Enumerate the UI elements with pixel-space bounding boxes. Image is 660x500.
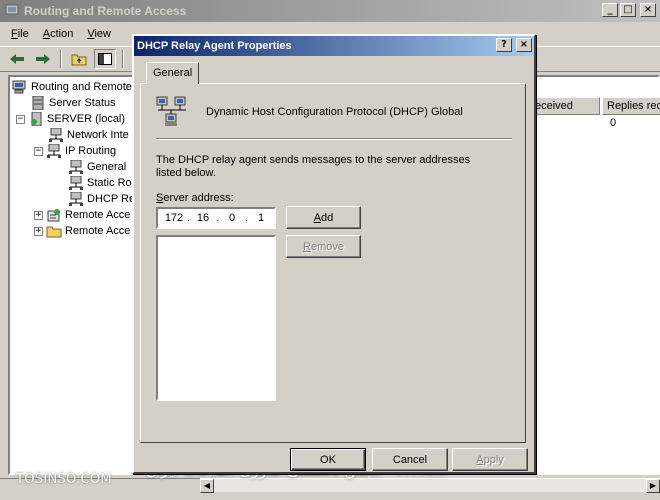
routing-app-icon [5, 4, 19, 17]
tree-item-routing-root[interactable]: Routing and Remote [12, 79, 132, 95]
ip-octet-3[interactable]: 0 [222, 212, 242, 224]
show-hide-tree-icon[interactable] [94, 49, 116, 69]
close-button[interactable]: × [640, 3, 656, 17]
separator [156, 138, 512, 140]
tree-item-label: Remote Acce [65, 225, 131, 237]
network-icon [47, 144, 61, 158]
toolbar-separator [122, 50, 124, 68]
remove-button[interactable]: Remove [286, 235, 361, 258]
menu-view-label: iew [94, 28, 111, 40]
server-icon [31, 112, 42, 126]
watermark-left: TOSINSO.COM [16, 472, 112, 487]
dialog-titlebar[interactable]: DHCP Relay Agent Properties ? × [134, 36, 534, 56]
cancel-button[interactable]: Cancel [372, 448, 448, 471]
dialog-close-button[interactable]: × [516, 38, 532, 52]
apply-label: pply [483, 453, 504, 466]
dialog-title: DHCP Relay Agent Properties [137, 40, 292, 52]
server-status-icon [32, 96, 44, 110]
main-titlebar[interactable]: Routing and Remote Access _ □ × [0, 0, 660, 22]
server-address-input[interactable]: 172 . 16 . 0 . 1 [156, 207, 276, 229]
ip-dot: . [186, 212, 191, 224]
network-icon [69, 176, 83, 190]
main-title: Routing and Remote Access [24, 4, 187, 18]
tree-item-ip-routing[interactable]: − IP Routing [34, 143, 116, 159]
console-tree[interactable]: Routing and Remote Server Status − SERVE… [8, 75, 136, 475]
column-header-received[interactable]: eceived [530, 97, 600, 115]
tree-item-server-status[interactable]: Server Status [30, 95, 116, 111]
menu-view[interactable]: View [80, 26, 118, 42]
menu-action[interactable]: Action [36, 26, 81, 42]
scroll-right-icon[interactable]: ▶ [646, 479, 660, 493]
tree-item-label: DHCP Re [87, 193, 136, 205]
tree-item-server-local[interactable]: − SERVER (local) [16, 111, 125, 127]
remove-label: emove [310, 240, 344, 253]
tree-item-network-interfaces[interactable]: Network Inte [48, 127, 129, 143]
expand-icon[interactable]: + [34, 210, 43, 220]
menu-file-label: ile [17, 28, 29, 40]
tree-item-label: SERVER (local) [47, 113, 126, 125]
dialog-heading: Dynamic Host Configuration Protocol (DHC… [206, 106, 463, 118]
up-folder-icon[interactable] [68, 49, 90, 69]
policy-icon [47, 209, 60, 222]
menu-action-accel: A [42, 28, 51, 40]
tree-item-dhcp-relay[interactable]: DHCP Re [68, 191, 136, 207]
ip-octet-4[interactable]: 1 [251, 212, 271, 224]
dhcp-relay-agent-properties-dialog: DHCP Relay Agent Properties ? × General … [132, 34, 536, 474]
tree-item-label: Static Ro [87, 177, 132, 189]
tree-item-label: Remote Acce [65, 209, 131, 221]
network-icon [49, 128, 63, 142]
minimize-button[interactable]: _ [602, 3, 618, 17]
tree-item-label: Server Status [49, 97, 116, 109]
menu-action-label: ction [50, 28, 74, 40]
horizontal-scrollbar[interactable]: ◀ ▶ [200, 478, 660, 493]
ip-dot: . [215, 212, 220, 224]
ip-octet-2[interactable]: 16 [193, 212, 213, 224]
apply-button[interactable]: Apply [452, 448, 528, 471]
remove-accel: R [303, 240, 311, 253]
cell-replies-received: 0 [610, 117, 617, 129]
network-icon [69, 192, 83, 206]
ip-octet-1[interactable]: 172 [164, 212, 184, 224]
column-header-replies-received[interactable]: Replies rec [602, 97, 660, 115]
collapse-icon[interactable]: − [16, 114, 25, 124]
scroll-left-icon[interactable]: ◀ [200, 479, 214, 493]
ip-dot: . [244, 212, 249, 224]
menu-file[interactable]: File [4, 26, 36, 42]
server-address-label: Server address: [156, 192, 234, 204]
folder-icon [46, 226, 62, 238]
apply-accel: A [476, 453, 484, 466]
tree-item-label: Network Inte [67, 129, 129, 141]
forward-arrow-icon[interactable] [32, 49, 54, 69]
maximize-button[interactable]: □ [620, 3, 636, 17]
tab-general[interactable]: General [146, 62, 200, 84]
tree-item-label: General [87, 161, 127, 173]
tree-item-general[interactable]: General [68, 159, 126, 175]
description-text: The DHCP relay agent sends messages to t… [156, 154, 471, 179]
tree-item-remote-access-policies[interactable]: + Remote Acce [34, 207, 130, 223]
help-button[interactable]: ? [496, 38, 512, 52]
expand-icon[interactable]: + [34, 226, 43, 236]
collapse-icon[interactable]: − [34, 146, 43, 156]
add-button[interactable]: Add [286, 206, 361, 229]
dhcp-network-icon [156, 96, 186, 126]
menu-file-accel: F [11, 28, 18, 40]
tree-item-remote-access-logging[interactable]: + Remote Acce [34, 223, 130, 239]
tree-item-static-routes[interactable]: Static Ro [68, 175, 132, 191]
server-address-list[interactable] [156, 235, 276, 401]
tree-item-label: Routing and Remote [31, 81, 132, 93]
computer-icon [12, 80, 26, 94]
add-accel: A [313, 211, 322, 224]
tree-item-label: IP Routing [65, 145, 117, 157]
toolbar-separator [60, 50, 62, 68]
network-icon [69, 160, 83, 174]
add-label: dd [321, 211, 334, 224]
back-arrow-icon[interactable] [6, 49, 28, 69]
server-address-label-text: erver address: [163, 192, 234, 204]
ok-button[interactable]: OK [290, 448, 366, 471]
